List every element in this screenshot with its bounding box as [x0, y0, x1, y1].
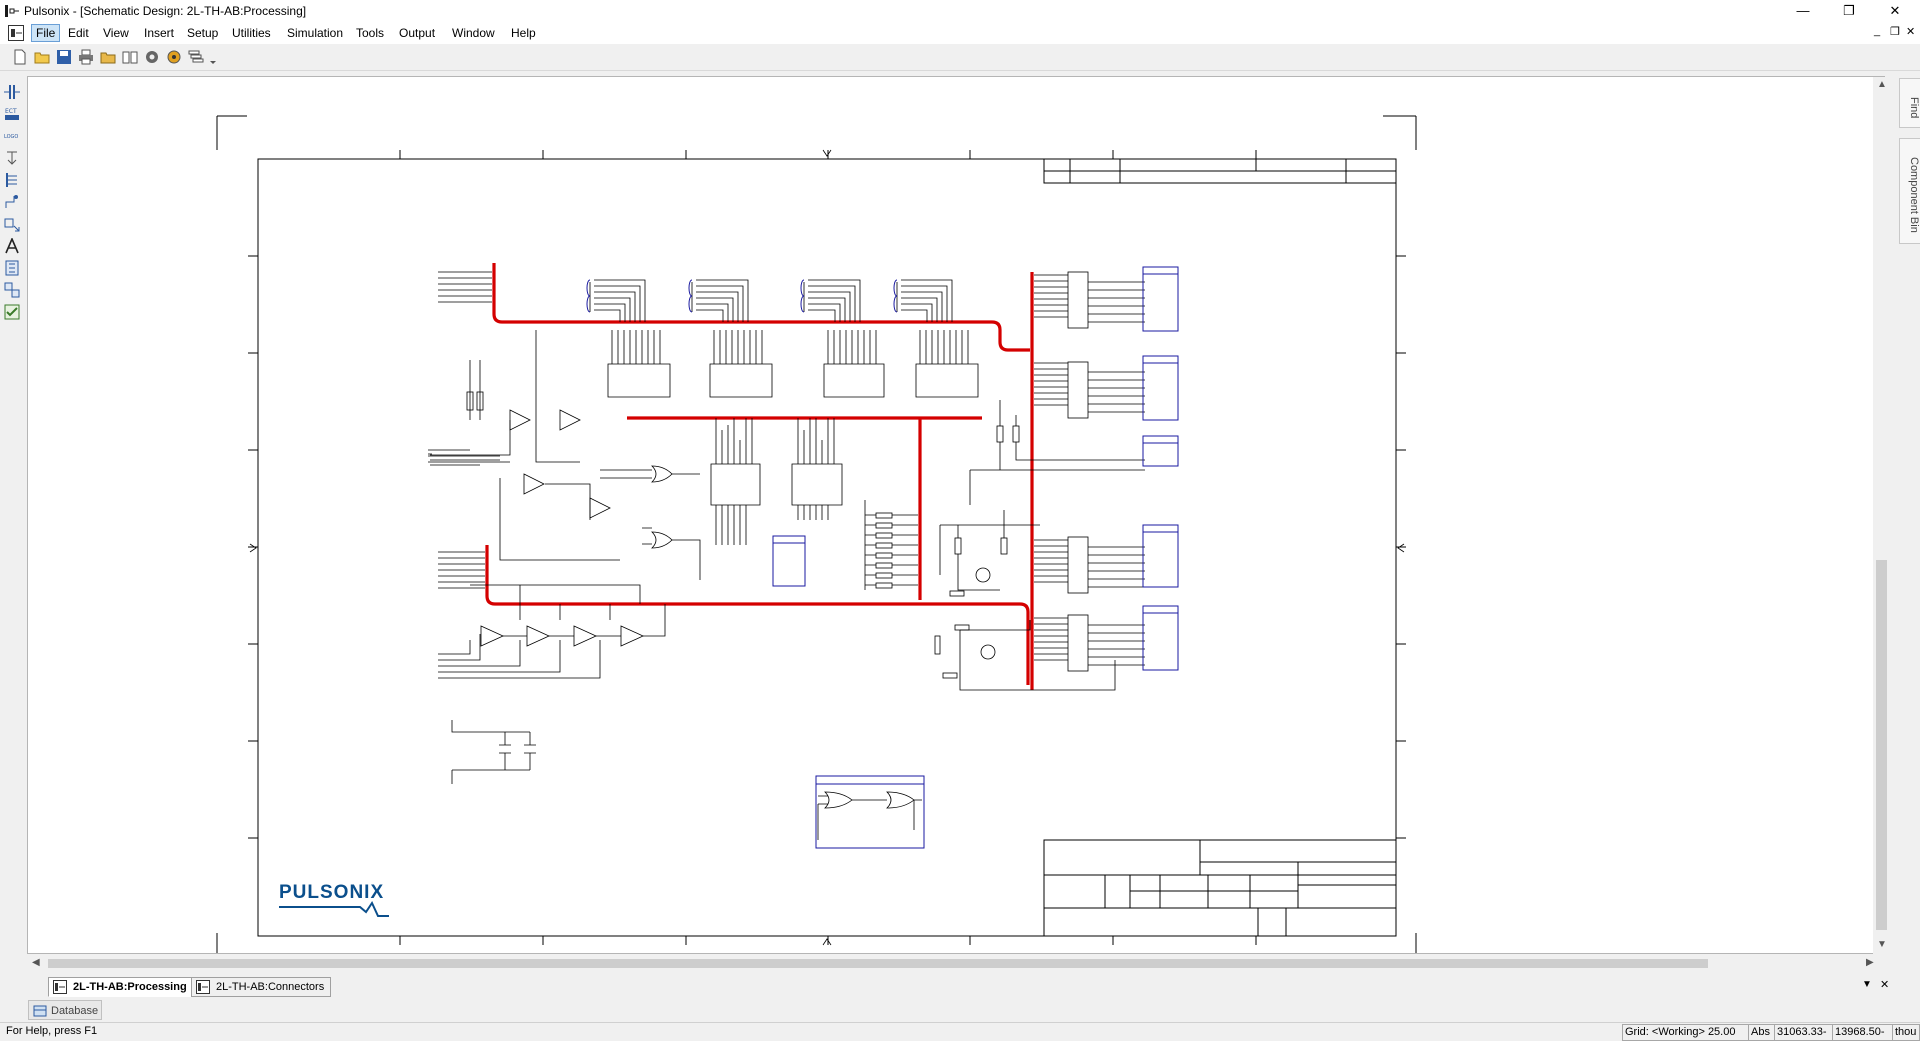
status-x-coordinate: 31063.33- — [1774, 1024, 1834, 1041]
doc-tab-connectors[interactable]: 2L-TH-AB:Connectors — [191, 977, 332, 997]
status-mode: Abs — [1748, 1024, 1776, 1041]
component-bin-tab-label: Component Bin — [1908, 157, 1920, 233]
find-tab-label: Find — [1908, 97, 1920, 119]
database-panel-tab[interactable]: Database — [28, 1000, 102, 1020]
status-units[interactable]: thou — [1892, 1024, 1920, 1041]
status-y-coordinate: 13968.50- — [1832, 1024, 1894, 1041]
find-tab[interactable]: Find — [1899, 78, 1920, 128]
bus-lines — [485, 263, 1034, 690]
sheet-border — [257, 158, 1397, 937]
vertical-scroll-thumb[interactable] — [1876, 560, 1887, 930]
doc-tab-processing[interactable]: 2L-TH-AB:Processing — [48, 977, 194, 997]
scroll-left-icon[interactable]: ◀ — [32, 957, 40, 968]
scroll-right-icon[interactable]: ▶ — [1866, 957, 1874, 968]
schematic-doc-icon — [196, 980, 210, 994]
schematic-doc-icon — [53, 980, 67, 994]
status-grid[interactable]: Grid: <Working> 25.00 — [1622, 1024, 1752, 1041]
svg-text:PULSONIX: PULSONIX — [279, 882, 384, 903]
doc-tab-connectors-label: 2L-TH-AB:Connectors — [216, 981, 325, 993]
schematic-drawing[interactable]: PULSONIX — [0, 0, 1920, 1040]
scroll-down-icon[interactable]: ▼ — [1877, 939, 1887, 950]
scroll-up-icon[interactable]: ▲ — [1877, 79, 1887, 90]
pulsonix-logo: PULSONIX — [279, 882, 389, 917]
horizontal-scroll-thumb[interactable] — [48, 959, 1708, 968]
connector-blocks — [586, 266, 1179, 849]
title-block — [1043, 839, 1397, 937]
vertical-scrollbar[interactable]: ▲ ▼ — [1873, 77, 1890, 954]
tab-close-button[interactable]: ✕ — [1880, 978, 1889, 991]
document-tabs: 2L-TH-AB:Processing 2L-TH-AB:Connectors … — [28, 975, 1890, 997]
horizontal-scrollbar[interactable]: ◀ ▶ — [28, 955, 1890, 972]
database-icon — [33, 1005, 47, 1017]
tab-list-dropdown[interactable]: ▼ — [1862, 979, 1872, 990]
logic-block — [817, 791, 922, 840]
net-wires — [428, 271, 1145, 784]
status-help-text: For Help, press F1 — [6, 1025, 98, 1037]
right-dock-tabs: Find Component Bin — [1899, 76, 1920, 376]
doc-tab-processing-label: 2L-TH-AB:Processing — [73, 981, 187, 993]
status-bar: For Help, press F1 Grid: <Working> 25.00… — [0, 1022, 1920, 1041]
database-panel-label: Database — [51, 1005, 99, 1017]
component-bin-tab[interactable]: Component Bin — [1899, 138, 1920, 244]
